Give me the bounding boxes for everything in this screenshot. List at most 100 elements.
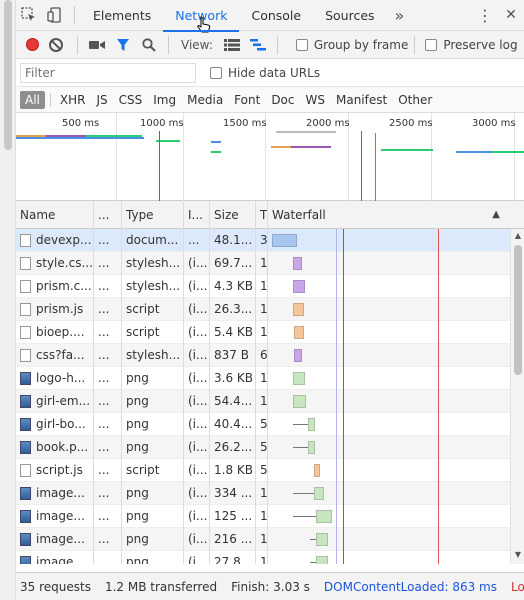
table-row[interactable]: bioep....... script (i... 5.4 KB 1	[16, 320, 524, 344]
table-row[interactable]: girl-em...... png (i... 54.4... 1	[16, 389, 524, 413]
waterfall-marker-line	[343, 435, 344, 459]
cell-name[interactable]: devexp...	[16, 228, 94, 252]
table-row[interactable]: style.cs...... stylesh... (i... 69.7... 1	[16, 251, 524, 275]
table-row[interactable]: image...... png (i... 334 ... 1	[16, 481, 524, 505]
cell-name[interactable]: image...	[16, 504, 94, 528]
col-header-time[interactable]: T	[256, 201, 268, 229]
cell-waterfall	[268, 458, 506, 482]
cell-waterfall	[268, 435, 506, 459]
cell-type: png	[122, 550, 184, 564]
hide-data-urls-box[interactable]	[210, 66, 222, 79]
waterfall-marker-line	[336, 504, 337, 528]
type-filter-manifest[interactable]: Manifest	[331, 91, 392, 109]
table-row[interactable]: prism.js... script (i... 26.3... 1	[16, 297, 524, 321]
type-filter-js[interactable]: JS	[91, 91, 112, 109]
waterfall-marker-line	[343, 297, 344, 321]
col-header-waterfall[interactable]: Waterfall ▲	[268, 201, 506, 229]
table-row[interactable]: image...... png (i... 27.8... 1	[16, 550, 524, 564]
cell-name[interactable]: image...	[16, 481, 94, 505]
record-button[interactable]	[26, 38, 39, 51]
tab-network[interactable]: Network	[163, 0, 240, 32]
request-name: css?fa...	[36, 348, 85, 362]
type-filter-img[interactable]: Img	[148, 91, 181, 109]
table-row[interactable]: script.js... script (i... 1.8 KB 5	[16, 458, 524, 482]
large-rows-icon[interactable]	[219, 38, 245, 51]
type-filter-media[interactable]: Media	[182, 91, 228, 109]
type-filter-font[interactable]: Font	[229, 91, 265, 109]
clear-icon[interactable]	[49, 37, 63, 52]
table-row[interactable]: devexp...... docum...... 48.1... 3	[16, 228, 524, 252]
tab-console[interactable]: Console	[239, 0, 313, 31]
cell-initiator: (i...	[184, 343, 210, 367]
video-camera-icon[interactable]	[84, 39, 110, 51]
search-icon[interactable]	[136, 37, 162, 52]
cell-name[interactable]: logo-h...	[16, 366, 94, 390]
type-filter-all[interactable]: All	[20, 90, 45, 109]
waterfall-marker-line	[343, 504, 344, 528]
cell-name[interactable]: style.cs...	[16, 251, 94, 275]
image-file-icon	[20, 509, 31, 523]
col-header-type[interactable]: Type	[122, 201, 184, 229]
type-filter-doc[interactable]: Doc	[266, 91, 299, 109]
type-filter-other[interactable]: Other	[393, 91, 437, 109]
cell-name[interactable]: girl-em...	[16, 389, 94, 413]
hide-data-urls-checkbox[interactable]: Hide data URLs	[210, 66, 320, 80]
group-by-frame-box[interactable]	[295, 38, 308, 51]
cell-name[interactable]: girl-bo...	[16, 412, 94, 436]
table-row[interactable]: logo-h...... png (i... 3.6 KB 1	[16, 366, 524, 390]
cell-type: png	[122, 527, 184, 551]
transferred-size: 1.2 MB transferred	[104, 579, 218, 594]
overview-tick-label: 1000 ms	[140, 118, 184, 129]
cell-initiator: (i...	[184, 366, 210, 390]
cell-name[interactable]: script.js	[16, 458, 94, 482]
col-header-name[interactable]: Name	[16, 201, 94, 229]
waterfall-view-icon[interactable]	[245, 38, 271, 51]
col-header-status[interactable]: ...	[94, 201, 122, 229]
close-icon[interactable]: ✕	[498, 7, 524, 23]
filter-funnel-icon[interactable]	[110, 38, 136, 52]
table-row[interactable]: image...... png (i... 125 ... 1	[16, 504, 524, 528]
cell-name[interactable]: image...	[16, 527, 94, 551]
cell-name[interactable]: book.p...	[16, 435, 94, 459]
table-row[interactable]: css?fa...... stylesh... (i... 837 B6	[16, 343, 524, 367]
table-row[interactable]: prism.c...... stylesh... (i... 4.3 KB 1	[16, 274, 524, 298]
waterfall-marker-line	[336, 481, 337, 505]
tab-sources[interactable]: Sources	[313, 0, 386, 31]
device-toolbar-icon[interactable]	[42, 0, 68, 31]
waterfall-bar	[294, 325, 304, 339]
sort-triangle-icon[interactable]: ▲	[492, 209, 500, 220]
waterfall-marker-line	[336, 527, 337, 551]
left-scroll-gutter[interactable]	[0, 0, 16, 600]
table-row[interactable]: image...... png (i... 216 ... 1	[16, 527, 524, 551]
overview-timeline[interactable]: 500 ms 1000 ms 1500 ms 2000 ms 2500 ms 3…	[16, 113, 524, 203]
group-by-frame-checkbox[interactable]: Group by frame	[295, 38, 408, 52]
cell-initiator: (i...	[184, 389, 210, 413]
more-tabs-chevron-icon[interactable]: »	[387, 6, 413, 25]
scroll-down-arrow-icon[interactable]: ▼	[511, 550, 524, 562]
type-filter-css[interactable]: CSS	[114, 91, 148, 109]
filter-input[interactable]	[20, 62, 196, 83]
type-filter-xhr[interactable]: XHR	[55, 91, 91, 109]
preserve-log-checkbox[interactable]: Preserve log	[425, 38, 518, 52]
cell-name[interactable]: bioep....	[16, 320, 94, 344]
col-header-size[interactable]: Size	[210, 201, 256, 229]
table-scroll-thumb[interactable]	[514, 245, 522, 375]
tab-elements[interactable]: Elements	[81, 0, 163, 31]
cell-name[interactable]: image...	[16, 550, 94, 564]
request-name: devexp...	[36, 233, 92, 247]
inspect-element-icon[interactable]	[16, 0, 42, 31]
col-header-initiator[interactable]: I...	[184, 201, 210, 229]
waterfall-marker-line	[343, 366, 344, 390]
kebab-menu-icon[interactable]: ⋮	[472, 6, 498, 25]
cell-name[interactable]: prism.c...	[16, 274, 94, 298]
waterfall-wait-line	[293, 446, 308, 448]
table-row[interactable]: book.p...... png (i... 26.2... 5	[16, 435, 524, 459]
cell-name[interactable]: prism.js	[16, 297, 94, 321]
scroll-up-arrow-icon[interactable]: ▲	[511, 231, 524, 243]
table-scrollbar[interactable]: ▲ ▼	[510, 229, 524, 564]
left-scroll-thumb[interactable]	[4, 0, 12, 150]
type-filter-ws[interactable]: WS	[301, 91, 330, 109]
table-row[interactable]: girl-bo...... png (i... 40.4... 5	[16, 412, 524, 436]
cell-name[interactable]: css?fa...	[16, 343, 94, 367]
preserve-log-box[interactable]	[425, 38, 438, 51]
